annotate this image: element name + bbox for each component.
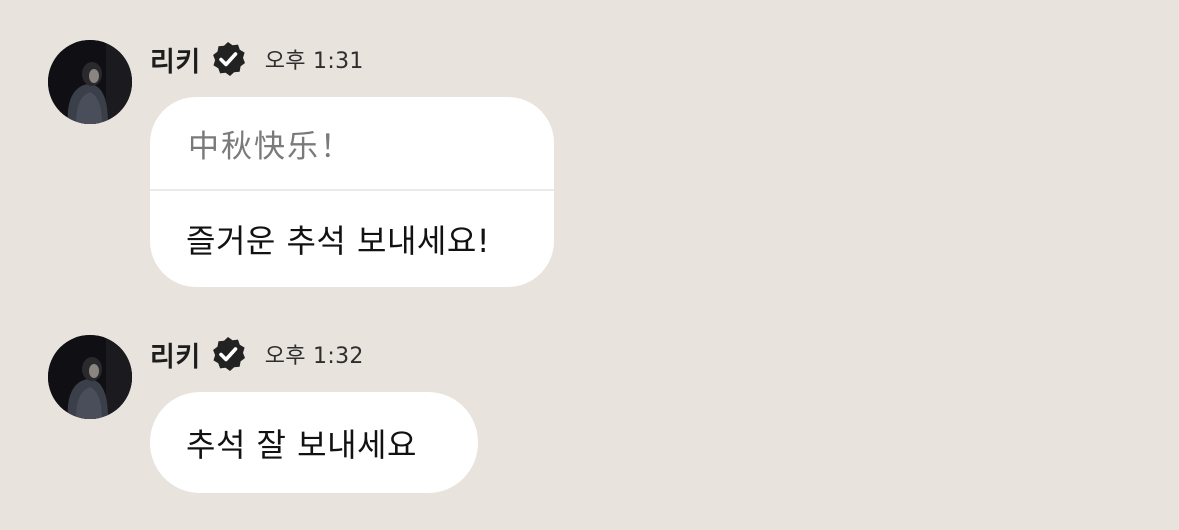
translated-text: 中秋快乐！ [188, 128, 353, 165]
message-bubble[interactable]: 추석 잘 보내세요 [150, 392, 478, 493]
message-header: 리키 오후 1:31 [150, 37, 364, 81]
verified-badge-icon [209, 335, 247, 373]
sender-name[interactable]: 리키 [150, 40, 201, 79]
timestamp: 오후 1:31 [264, 49, 364, 74]
timestamp: 오후 1:32 [264, 344, 364, 369]
verified-badge-icon [209, 40, 247, 78]
message-text: 즐거운 추석 보내세요! [186, 222, 491, 260]
message-header: 리키 오후 1:32 [150, 332, 364, 376]
sender-name[interactable]: 리키 [150, 335, 201, 374]
avatar[interactable] [48, 40, 132, 124]
message-text: 추석 잘 보내세요 [186, 425, 417, 464]
avatar[interactable] [48, 335, 132, 419]
message-bubble[interactable]: 中秋快乐！ 즐거운 추석 보내세요! [150, 97, 554, 287]
